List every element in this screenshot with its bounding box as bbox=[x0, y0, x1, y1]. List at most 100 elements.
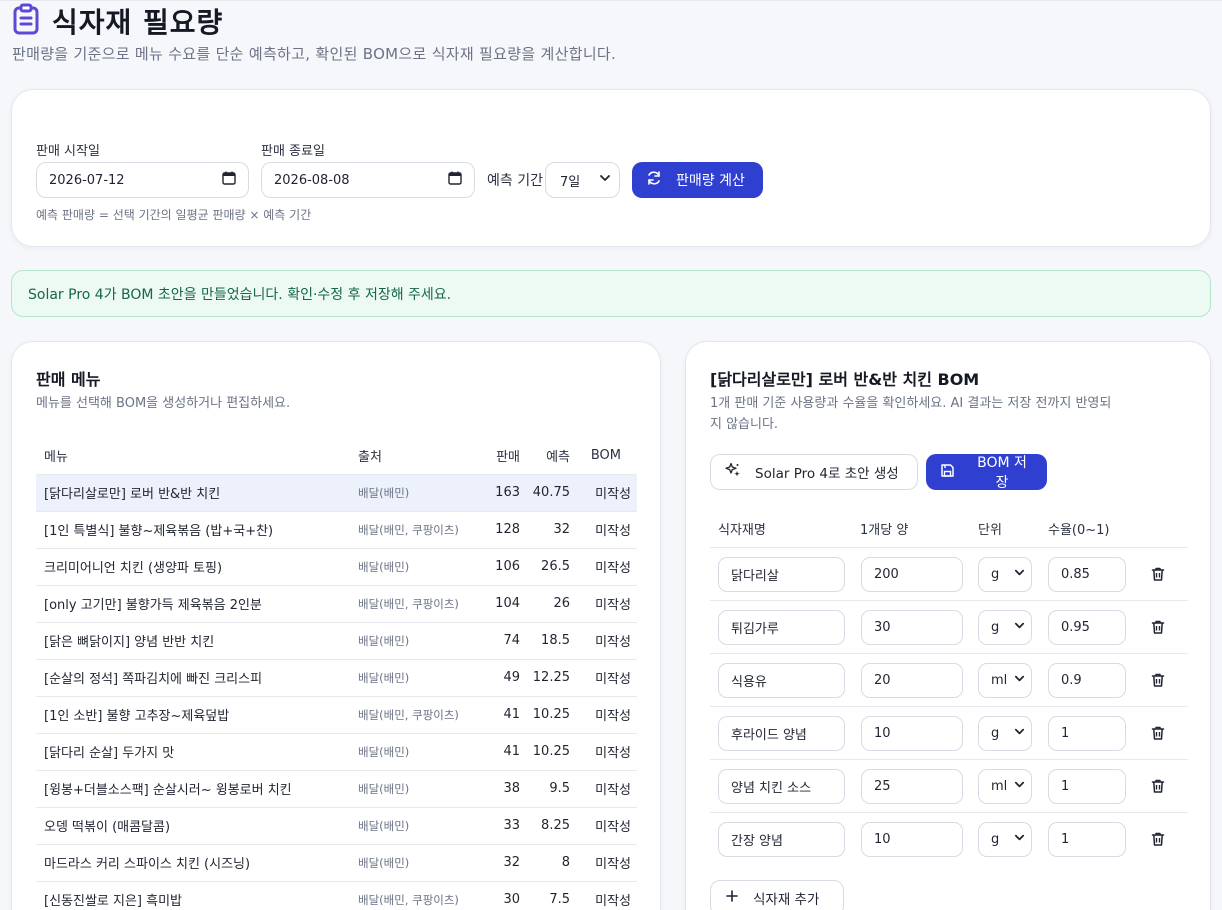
yield-value: 1 bbox=[1061, 726, 1070, 741]
menu-bom-status: 미작성 bbox=[570, 843, 637, 881]
unit-select[interactable]: g bbox=[978, 557, 1032, 592]
bom-description-line-1: 1개 판매 기준 사용량과 수율을 확인하세요. AI 결과는 저장 전까지 반… bbox=[710, 396, 1112, 411]
menu-sales: 41 bbox=[476, 732, 520, 770]
bom-description-line-2: 지 않습니다. bbox=[710, 417, 779, 432]
calendar-icon[interactable] bbox=[448, 171, 462, 189]
start-date-input[interactable]: 2026-07-12 bbox=[36, 162, 249, 198]
table-row[interactable]: [1인 특별식] 불향~제육볶음 (밥+국+찬) 배달(배민, 쿠팡이츠) 12… bbox=[36, 510, 637, 548]
menu-bom-status: 미작성 bbox=[570, 695, 637, 733]
table-row[interactable]: [닭은 뼈닭이지] 양념 반반 치킨 배달(배민) 74 18.5 미작성 bbox=[36, 621, 637, 659]
yield-value: 0.85 bbox=[1061, 567, 1090, 582]
menu-source: 배달(배민, 쿠팡이츠) bbox=[358, 880, 476, 910]
quantity-input[interactable]: 10 bbox=[861, 822, 963, 857]
page-title: 식자재 필요량 bbox=[52, 6, 224, 39]
quantity-value: 30 bbox=[874, 620, 891, 635]
yield-input[interactable]: 0.95 bbox=[1048, 610, 1126, 645]
quantity-input[interactable]: 30 bbox=[861, 610, 963, 645]
chevron-down-icon bbox=[1014, 620, 1025, 635]
bom-actions: Solar Pro 4로 초안 생성 BOM 저장 bbox=[710, 454, 1047, 491]
quantity-input[interactable]: 10 bbox=[861, 716, 963, 751]
unit-value: ml bbox=[991, 779, 1008, 794]
ingredient-name-input[interactable]: 간장 양념 bbox=[718, 822, 845, 857]
ingredient-name-input[interactable]: 닭다리살 bbox=[718, 557, 845, 592]
ingredient-name-input[interactable]: 튀김가루 bbox=[718, 610, 845, 645]
yield-input[interactable]: 0.9 bbox=[1048, 663, 1126, 698]
menu-name: [닭다리살로만] 로버 반&반 치킨 bbox=[36, 473, 358, 511]
ingredient-name-input[interactable]: 식용유 bbox=[718, 663, 845, 698]
ingredient-name-value: 후라이드 양념 bbox=[731, 728, 807, 743]
yield-input[interactable]: 0.85 bbox=[1048, 557, 1126, 592]
trash-icon[interactable] bbox=[1150, 831, 1168, 849]
table-row[interactable]: [닭다리살로만] 로버 반&반 치킨 배달(배민) 163 40.75 미작성 bbox=[36, 473, 637, 511]
table-row[interactable]: [순살의 정석] 쪽파김치에 빠진 크리스피 배달(배민) 49 12.25 미… bbox=[36, 658, 637, 696]
table-row[interactable]: 크리미어니언 치킨 (생양파 토핑) 배달(배민) 106 26.5 미작성 bbox=[36, 547, 637, 585]
table-row[interactable]: 오뎅 떡볶이 (매콤달콤) 배달(배민) 33 8.25 미작성 bbox=[36, 806, 637, 844]
yield-value: 0.95 bbox=[1061, 620, 1090, 635]
table-row[interactable]: [닭다리 순살] 두가지 맛 배달(배민) 41 10.25 미작성 bbox=[36, 732, 637, 770]
menu-bom-status: 미작성 bbox=[570, 806, 637, 844]
bom-card-description: 1개 판매 기준 사용량과 수율을 확인하세요. AI 결과는 저장 전까지 반… bbox=[710, 393, 1111, 435]
calendar-icon[interactable] bbox=[222, 171, 236, 189]
bom-row: 식용유 20 ml 0.9 bbox=[710, 654, 1188, 707]
table-row[interactable]: [신동진쌀로 지은] 흑미밥 배달(배민, 쿠팡이츠) 30 7.5 미작성 bbox=[36, 880, 637, 910]
end-date-input[interactable]: 2026-08-08 bbox=[261, 162, 475, 198]
quantity-value: 20 bbox=[874, 673, 891, 688]
menu-sales: 32 bbox=[476, 843, 520, 881]
menu-bom-status: 미작성 bbox=[570, 769, 637, 807]
trash-icon[interactable] bbox=[1150, 672, 1168, 690]
menu-source: 배달(배민) bbox=[358, 806, 476, 844]
menu-name: 마드라스 커리 스파이스 치킨 (시즈닝) bbox=[36, 843, 358, 881]
period-label: 예측 기간 bbox=[487, 173, 543, 189]
menu-source: 배달(배민) bbox=[358, 658, 476, 696]
quantity-input[interactable]: 25 bbox=[861, 769, 963, 804]
trash-icon[interactable] bbox=[1150, 566, 1168, 584]
menu-sales: 106 bbox=[476, 547, 520, 585]
page-subtitle: 판매량을 기준으로 메뉴 수요를 단순 예측하고, 확인된 BOM으로 식자재 … bbox=[12, 45, 617, 63]
ingredient-name-input[interactable]: 양념 치킨 소스 bbox=[718, 769, 845, 804]
save-bom-label: BOM 저장 bbox=[977, 455, 1027, 491]
table-row[interactable]: 마드라스 커리 스파이스 치킨 (시즈닝) 배달(배민) 32 8 미작성 bbox=[36, 843, 637, 881]
menu-sales: 41 bbox=[476, 695, 520, 733]
ingredient-name-value: 튀김가루 bbox=[731, 622, 779, 637]
trash-icon[interactable] bbox=[1150, 778, 1168, 796]
menu-forecast: 9.5 bbox=[520, 769, 570, 807]
alert-message: Solar Pro 4가 BOM 초안을 만들었습니다. 확인·수정 후 저장해… bbox=[28, 286, 452, 303]
menu-forecast: 7.5 bbox=[520, 880, 570, 910]
quantity-input[interactable]: 20 bbox=[861, 663, 963, 698]
unit-value: ml bbox=[991, 673, 1008, 688]
yield-input[interactable]: 1 bbox=[1048, 822, 1126, 857]
table-row[interactable]: [1인 소반] 불향 고추장~제육덮밥 배달(배민, 쿠팡이츠) 41 10.2… bbox=[36, 695, 637, 733]
table-row[interactable]: [윙봉+더블소스팩] 순살시러~ 윙봉로버 치킨 배달(배민) 38 9.5 미… bbox=[36, 769, 637, 807]
unit-select[interactable]: ml bbox=[978, 663, 1032, 698]
menu-forecast: 12.25 bbox=[520, 658, 570, 696]
unit-select[interactable]: g bbox=[978, 716, 1032, 751]
col-menu: 메뉴 bbox=[44, 449, 68, 465]
save-bom-button[interactable]: BOM 저장 bbox=[926, 454, 1047, 491]
trash-icon[interactable] bbox=[1150, 619, 1168, 637]
menu-source: 배달(배민) bbox=[358, 732, 476, 770]
page-header: 식자재 필요량 판매량을 기준으로 메뉴 수요를 단순 예측하고, 확인된 BO… bbox=[12, 3, 616, 64]
menu-name: [신동진쌀로 지은] 흑미밥 bbox=[36, 880, 358, 910]
menu-forecast: 8 bbox=[520, 843, 570, 881]
unit-value: g bbox=[991, 832, 1000, 847]
yield-input[interactable]: 1 bbox=[1048, 769, 1126, 804]
menu-name: [1인 특별식] 불향~제육볶음 (밥+국+찬) bbox=[36, 510, 358, 548]
unit-select[interactable]: ml bbox=[978, 769, 1032, 804]
bom-card-title: [닭다리살로만] 로버 반&반 치킨 BOM bbox=[710, 370, 980, 389]
unit-select[interactable]: g bbox=[978, 822, 1032, 857]
trash-icon[interactable] bbox=[1150, 725, 1168, 743]
period-select[interactable]: 7일 bbox=[544, 162, 620, 198]
quantity-input[interactable]: 200 bbox=[861, 557, 963, 592]
unit-value: g bbox=[991, 620, 1000, 635]
col-forecast: 예측 bbox=[546, 449, 570, 465]
chevron-down-icon bbox=[1014, 779, 1025, 794]
ingredient-name-input[interactable]: 후라이드 양념 bbox=[718, 716, 845, 751]
unit-select[interactable]: g bbox=[978, 610, 1032, 645]
calculate-sales-button[interactable]: 판매량 계산 bbox=[631, 162, 763, 198]
yield-input[interactable]: 1 bbox=[1048, 716, 1126, 751]
generate-draft-button[interactable]: Solar Pro 4로 초안 생성 bbox=[710, 454, 918, 490]
table-row[interactable]: [only 고기만] 불향가득 제육볶음 2인분 배달(배민, 쿠팡이츠) 10… bbox=[36, 584, 637, 622]
start-date-value: 2026-07-12 bbox=[49, 172, 125, 188]
add-ingredient-button[interactable]: 식자재 추가 bbox=[710, 880, 844, 910]
col-sales: 판매 bbox=[496, 449, 520, 465]
